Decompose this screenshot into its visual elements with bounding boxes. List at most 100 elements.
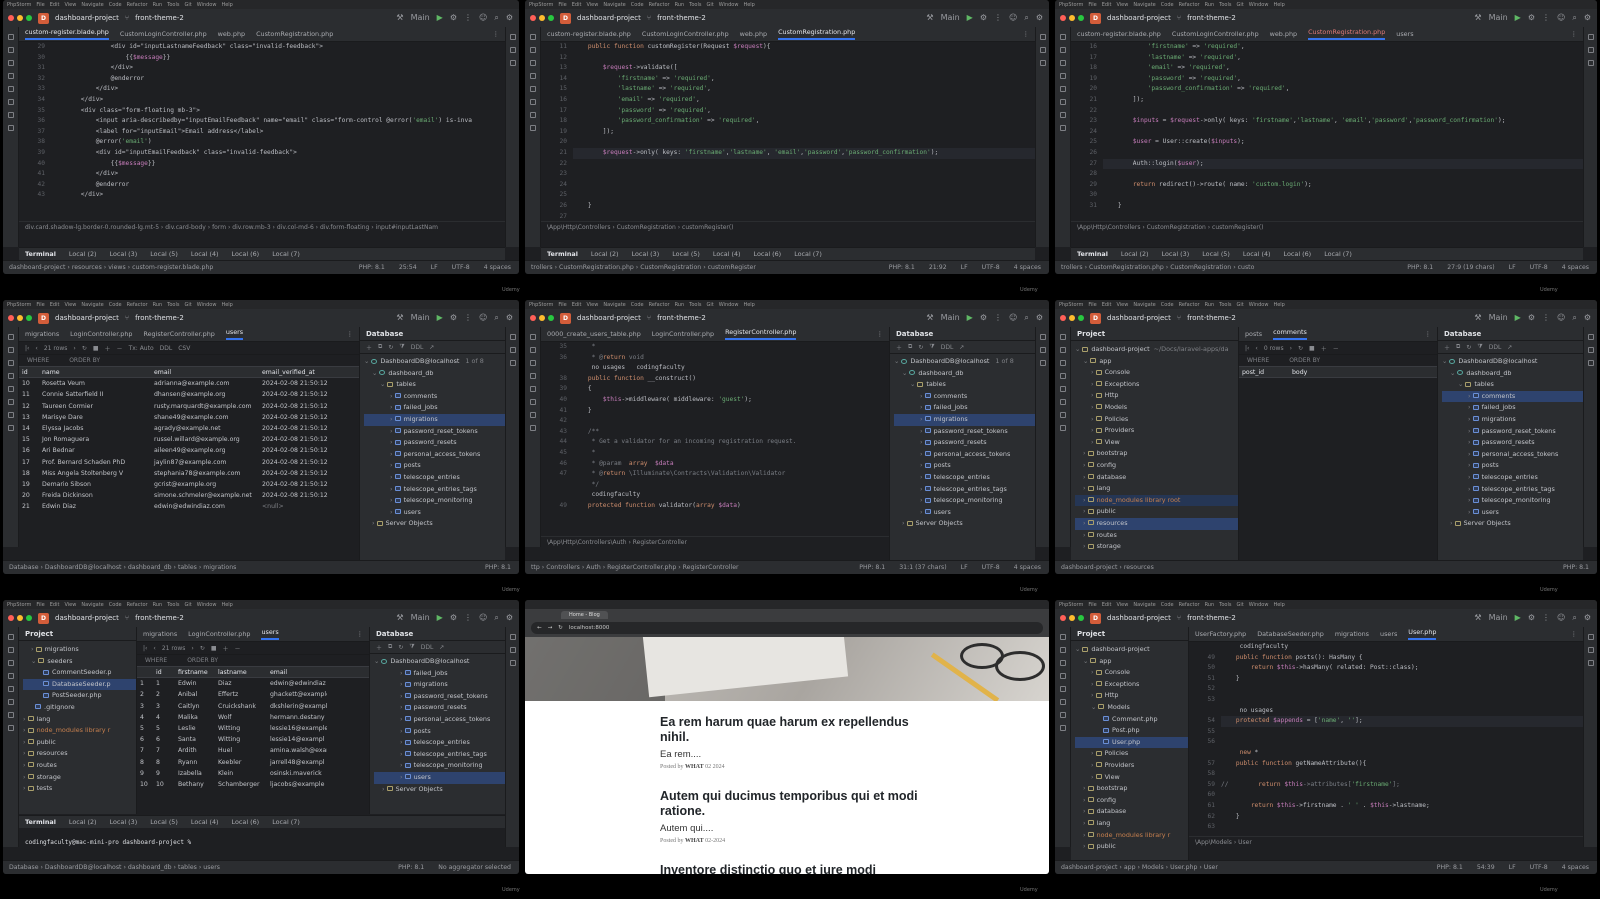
tree-item-table[interactable]: › password_reset_tokens <box>894 426 1035 438</box>
row-count-selector[interactable]: 0 rows <box>1264 345 1284 352</box>
editor-tab[interactable]: web.php <box>740 30 767 38</box>
mac-menu-item[interactable]: Edit <box>50 2 60 8</box>
stop-icon[interactable]: ■ <box>1309 345 1315 352</box>
column-header[interactable]: email_verified_at <box>259 367 339 377</box>
editor-tab[interactable]: custom-register.blade.php <box>547 30 631 38</box>
mac-menu-item[interactable]: Code <box>1161 602 1174 608</box>
row-count-selector[interactable]: 21 rows <box>162 645 186 652</box>
tree-item-table[interactable]: › password_resets <box>894 437 1035 449</box>
table-row[interactable]: 9 9 Izabella Klein osinski.maverick <box>137 768 369 779</box>
terminal-tab[interactable]: Local (7) <box>794 250 822 258</box>
mac-menu-item[interactable]: Window <box>1249 302 1269 308</box>
php-version[interactable]: PHP: 8.1 <box>485 564 511 571</box>
terminal-tab[interactable]: Local (7) <box>272 250 300 258</box>
structure-tool-icon[interactable] <box>7 60 14 66</box>
tree-item[interactable]: › routes <box>1075 530 1238 542</box>
problems-tool-icon[interactable] <box>7 412 14 418</box>
tree-item-tables[interactable]: ⌄ tables <box>894 379 1035 391</box>
database-tool-icon[interactable] <box>1587 347 1594 353</box>
mac-menu-item[interactable]: View <box>64 302 76 308</box>
php-version[interactable]: PHP: 8.1 <box>359 264 385 271</box>
tree-item[interactable]: › database <box>1075 472 1238 484</box>
notifications-icon[interactable] <box>509 634 516 640</box>
commit-tool-icon[interactable] <box>529 347 536 353</box>
tree-item[interactable]: › bootstrap <box>1075 783 1188 795</box>
branch-switcher[interactable]: front-theme-2 <box>1187 614 1236 622</box>
debug-icon[interactable]: ⚙ <box>980 13 987 23</box>
more-icon[interactable]: ⋮ <box>994 13 1002 23</box>
mac-menu-item[interactable]: Help <box>221 602 232 608</box>
build-icon[interactable]: ⚒ <box>1474 313 1481 323</box>
breadcrumb[interactable]: div.card.shadow-lg.border-0.rounded-lg.m… <box>19 221 505 233</box>
tree-item[interactable]: DatabaseSeeder.p <box>23 678 136 691</box>
tree-item-table[interactable]: › migrations <box>1442 414 1583 426</box>
tab-menu-icon[interactable]: ⋮ <box>357 630 369 638</box>
tree-item-table[interactable]: › migrations <box>894 413 1035 426</box>
terminal-tab[interactable]: Local (6) <box>754 250 782 258</box>
commit-tool-icon[interactable] <box>529 47 536 53</box>
terminal-tool-icon[interactable] <box>1059 699 1066 705</box>
code-editor[interactable]: 49 50 51 52 53 54 55 56 57 58 59 60 61 62 63 codingfac… <box>1189 642 1583 834</box>
close-window-icon[interactable] <box>8 15 14 21</box>
structure-tool-icon[interactable] <box>7 360 14 366</box>
editor-tab[interactable]: User.php <box>1408 628 1437 640</box>
column-header[interactable]: body <box>1289 367 1349 377</box>
run-config-selector[interactable]: Main <box>1489 313 1508 323</box>
branch-switcher[interactable]: front-theme-2 <box>135 314 184 322</box>
mac-menu-item[interactable]: Code <box>109 2 122 8</box>
services-tool-icon[interactable] <box>529 386 536 392</box>
account-icon[interactable]: ☺ <box>1009 313 1017 323</box>
terminal-tool-icon[interactable] <box>7 699 14 705</box>
post-title[interactable]: Autem qui ducimus temporibus qui et modi… <box>660 789 920 819</box>
close-window-icon[interactable] <box>1060 15 1066 21</box>
tab-menu-icon[interactable]: ⋮ <box>493 30 505 38</box>
project-title[interactable]: Project <box>1077 330 1105 338</box>
bookmarks-tool-icon[interactable] <box>1059 673 1066 679</box>
tree-item-table[interactable]: › posts <box>894 460 1035 472</box>
services-tool-icon[interactable] <box>1059 686 1066 692</box>
run-config-selector[interactable]: Main <box>941 313 960 323</box>
settings-icon[interactable]: ⚙ <box>1584 613 1591 623</box>
php-version[interactable]: PHP: 8.1 <box>1437 864 1463 871</box>
tree-item[interactable]: › Http <box>1075 690 1188 702</box>
first-page-icon[interactable]: |‹ <box>143 645 147 652</box>
file-encoding[interactable]: UTF-8 <box>452 264 470 271</box>
mac-menu-item[interactable]: Edit <box>50 602 60 608</box>
zoom-window-icon[interactable] <box>1078 615 1084 621</box>
jump-icon[interactable]: ↗ <box>959 344 964 351</box>
mac-menu-item[interactable]: Navigate <box>603 2 625 8</box>
ddl-button[interactable]: DDL <box>160 345 173 352</box>
mac-menu-item[interactable]: File <box>36 302 44 308</box>
terminal-tab[interactable]: Local (2) <box>591 250 619 258</box>
prev-page-icon[interactable]: ‹ <box>35 345 37 352</box>
terminal-tab[interactable]: Local (3) <box>632 250 660 258</box>
terminal-tab[interactable]: Local (5) <box>1202 250 1230 258</box>
php-version[interactable]: PHP: 8.1 <box>1563 564 1589 571</box>
window-controls[interactable] <box>530 315 554 321</box>
account-icon[interactable]: ☺ <box>1009 13 1017 23</box>
project-switcher[interactable]: dashboard-project <box>55 314 119 322</box>
branch-switcher[interactable]: front-theme-2 <box>657 314 706 322</box>
table-row[interactable]: 14 Elyssa Jacobs agrady@example.net 2024-02… <box>19 423 359 434</box>
project-title[interactable]: Project <box>1077 630 1105 638</box>
refresh-icon[interactable]: ↻ <box>1466 344 1471 351</box>
status-path-breadcrumb[interactable]: dashboard-project › resources <box>1061 564 1154 571</box>
tree-item[interactable]: › bootstrap <box>1075 448 1238 460</box>
mac-menu-item[interactable]: PhpStorm <box>7 302 31 308</box>
run-config-selector[interactable]: Main <box>1489 13 1508 23</box>
prev-page-icon[interactable]: ‹ <box>153 645 155 652</box>
project-tool-icon[interactable] <box>529 334 536 340</box>
zoom-window-icon[interactable] <box>548 15 554 21</box>
status-path-breadcrumb[interactable]: trollers › CustomRegistration.php › Cust… <box>531 264 756 271</box>
order-by-filter[interactable]: ORDER BY <box>187 657 218 664</box>
cursor-position[interactable]: 25:54 <box>399 264 417 271</box>
zoom-window-icon[interactable] <box>26 315 32 321</box>
terminal-tab[interactable]: Local (7) <box>1324 250 1352 258</box>
editor-tab[interactable]: users <box>1396 30 1413 38</box>
more-icon[interactable]: ⋮ <box>464 313 472 323</box>
mac-menu-item[interactable]: View <box>64 602 76 608</box>
tree-item-table[interactable]: › telescope_entries_tags <box>1442 484 1583 496</box>
tree-item-table[interactable]: › telescope_entries_tags <box>894 484 1035 496</box>
terminal-tab[interactable]: Local (4) <box>1243 250 1271 258</box>
project-tool-icon[interactable] <box>1059 634 1066 640</box>
